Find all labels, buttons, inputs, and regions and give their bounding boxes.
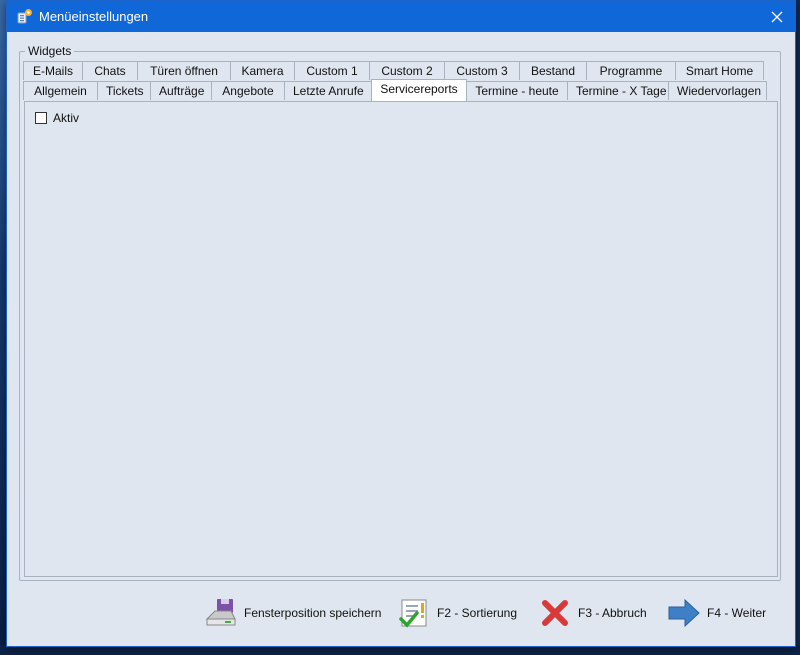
tab-custom-3[interactable]: Custom 3 xyxy=(444,61,520,80)
tab-letzte-anrufe[interactable]: Letzte Anrufe xyxy=(284,81,372,100)
tab-wiedervorlagen[interactable]: Wiedervorlagen xyxy=(668,81,767,100)
cancel-x-icon xyxy=(542,600,568,626)
f4-next-label: F4 - Weiter xyxy=(707,606,767,620)
save-window-position-button[interactable]: Fensterposition speichern xyxy=(205,597,381,629)
aktiv-checkbox-label: Aktiv xyxy=(53,111,80,125)
tab-bestand[interactable]: Bestand xyxy=(519,61,587,80)
f2-sort-button[interactable]: F2 - Sortierung xyxy=(398,597,517,629)
aktiv-checkbox-row[interactable]: Aktiv xyxy=(35,111,79,125)
tab-row-bottom: Allgemein Tickets Aufträge Angebote Letz… xyxy=(23,79,767,101)
save-window-position-label: Fensterposition speichern xyxy=(244,606,382,620)
tab-tueren-oeffnen[interactable]: Türen öffnen xyxy=(137,61,231,80)
tab-termine-heute[interactable]: Termine - heute xyxy=(466,81,568,100)
title-bar[interactable]: Menüeinstellungen xyxy=(7,1,795,32)
tab-chats[interactable]: Chats xyxy=(82,61,138,80)
sort-checklist-icon xyxy=(399,599,427,628)
settings-app-icon xyxy=(17,9,32,24)
save-floppy-icon xyxy=(205,599,236,626)
tab-tickets[interactable]: Tickets xyxy=(97,81,151,100)
close-icon xyxy=(771,11,783,22)
tab-auftraege[interactable]: Aufträge xyxy=(150,81,212,100)
tab-e-mails[interactable]: E-Mails xyxy=(23,61,83,80)
tab-allgemein[interactable]: Allgemein xyxy=(23,81,98,100)
f3-cancel-button[interactable]: F3 - Abbruch xyxy=(539,597,647,629)
tab-programme[interactable]: Programme xyxy=(586,61,676,80)
tab-smart-home[interactable]: Smart Home xyxy=(675,61,764,80)
f4-next-button[interactable]: F4 - Weiter xyxy=(668,597,766,629)
widgets-group-label: Widgets xyxy=(25,44,75,58)
aktiv-checkbox[interactable] xyxy=(35,112,47,124)
tab-custom-1[interactable]: Custom 1 xyxy=(294,61,370,80)
tab-angebote[interactable]: Angebote xyxy=(211,81,285,100)
next-arrow-icon xyxy=(668,598,700,628)
close-button[interactable] xyxy=(759,1,795,32)
window-title: Menüeinstellungen xyxy=(39,9,149,24)
tab-kamera[interactable]: Kamera xyxy=(230,61,295,80)
tab-row-top: E-Mails Chats Türen öffnen Kamera Custom… xyxy=(23,61,764,81)
f2-sort-label: F2 - Sortierung xyxy=(437,606,518,620)
settings-window: Menüeinstellungen Widgets E-Mails Chats … xyxy=(6,0,796,647)
tab-servicereports[interactable]: Servicereports xyxy=(371,79,467,101)
servicereports-tab-panel: Aktiv xyxy=(24,101,778,577)
tab-termine-x-tage[interactable]: Termine - X Tage xyxy=(567,81,669,100)
tab-custom-2[interactable]: Custom 2 xyxy=(369,61,445,80)
f3-cancel-label: F3 - Abbruch xyxy=(578,606,647,620)
